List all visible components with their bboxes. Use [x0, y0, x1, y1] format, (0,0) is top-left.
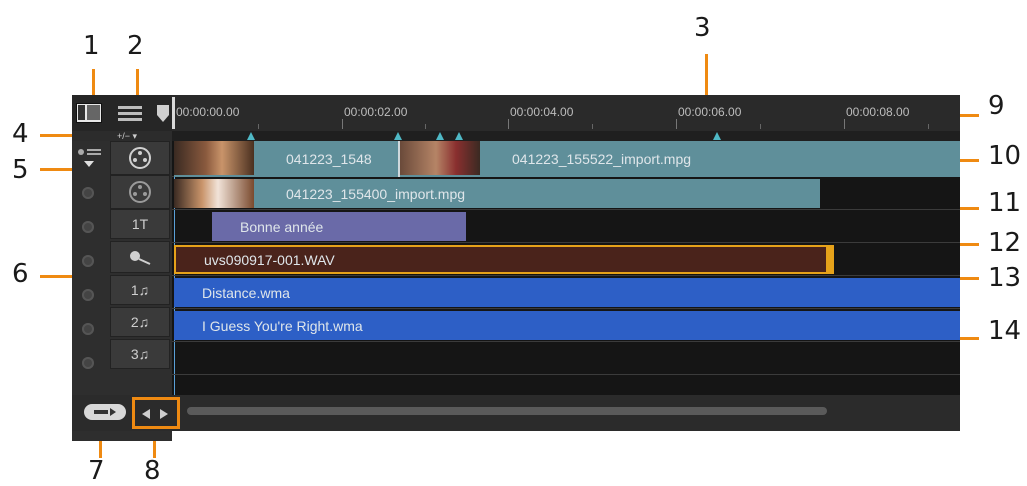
video-clip-1[interactable]: 041223_1548: [174, 141, 400, 177]
voice-track: uvs090917-001.WAV: [172, 243, 960, 276]
clip-label: I Guess You're Right.wma: [202, 318, 363, 334]
music-track-3-button[interactable]: 3♫: [110, 339, 170, 369]
callout-8: 8: [144, 456, 161, 486]
music-clip-1[interactable]: Distance.wma: [174, 278, 960, 307]
music-track-1-button[interactable]: 1♫: [110, 275, 170, 305]
video-clip-2[interactable]: 041223_155522_import.mpg: [400, 141, 960, 177]
cue-marker-icon: [455, 132, 463, 140]
track-visibility-icon[interactable]: [82, 289, 94, 301]
ruler-label-0: 00:00:00.00: [176, 105, 240, 119]
ruler-tick: [760, 124, 761, 129]
clip-thumbnail: [400, 141, 480, 175]
ruler-label-6: 00:00:06.00: [678, 105, 742, 119]
clip-label: 041223_155400_import.mpg: [286, 186, 466, 202]
ruler-tick: [844, 119, 845, 129]
zoom-icon: [94, 408, 116, 416]
title-track-button[interactable]: 1T: [110, 209, 170, 239]
track-visibility-icon[interactable]: [82, 255, 94, 267]
overlay-track-button[interactable]: [110, 175, 170, 209]
track-visibility-icon[interactable]: [82, 357, 94, 369]
playhead-marker[interactable]: [172, 97, 175, 129]
timeline-view-button[interactable]: [116, 103, 144, 123]
callout-11: 11: [988, 188, 1022, 218]
timeline-header: 00:00:00.00 00:00:02.00 00:00:04.00 00:0…: [72, 95, 960, 131]
track-manager-button[interactable]: [74, 147, 104, 171]
callout-9: 9: [988, 91, 1005, 121]
ruler-label-8: 00:00:08.00: [846, 105, 910, 119]
clip-thumbnail: [174, 179, 254, 208]
cue-marker-icon: [394, 132, 402, 140]
ruler-label-4: 00:00:04.00: [510, 105, 574, 119]
music-track-2-label: 2♫: [130, 314, 150, 330]
ruler-tick: [676, 119, 677, 129]
ruler-tick: [928, 124, 929, 129]
storyboard-icon: [78, 105, 100, 120]
music-track-1-label: 1♫: [130, 282, 150, 298]
video-track: 041223_1548 041223_155522_import.mpg: [172, 141, 960, 177]
ruler-tick: [425, 124, 426, 129]
music-clip-2[interactable]: I Guess You're Right.wma: [174, 311, 960, 340]
voice-track-button[interactable]: [110, 241, 170, 273]
microphone-icon: [130, 251, 151, 265]
add-remove-chapter-button[interactable]: +/− ▾: [117, 131, 167, 141]
ruler-label-2: 00:00:02.00: [344, 105, 408, 119]
callout-13: 13: [988, 263, 1022, 293]
overlay-track: 041223_155400_import.mpg: [172, 177, 960, 210]
video-track-button[interactable]: [110, 141, 170, 175]
chapter-cue-bar[interactable]: [172, 131, 960, 141]
timeline-icon: [118, 106, 142, 121]
cue-marker-icon: [436, 132, 444, 140]
ruler-tick: [342, 119, 343, 129]
title-clip[interactable]: Bonne année: [212, 212, 466, 241]
clip-label: 041223_155522_import.mpg: [512, 151, 692, 167]
title-track: Bonne année: [172, 210, 960, 243]
callout-4: 4: [12, 119, 29, 149]
film-overlay-icon: [129, 181, 151, 203]
scroll-left-icon[interactable]: [141, 408, 151, 420]
track-visibility-icon[interactable]: [82, 323, 94, 335]
clip-label: Bonne année: [240, 219, 324, 235]
callout-2: 2: [127, 31, 144, 61]
clip-label: uvs090917-001.WAV: [204, 252, 335, 268]
callout-3: 3: [694, 13, 711, 43]
track-visibility-icon[interactable]: [82, 187, 94, 199]
clip-label: 041223_1548: [286, 151, 372, 167]
callout-6: 6: [12, 259, 29, 289]
undo-mark-icon[interactable]: [156, 103, 170, 123]
music-track-3: [172, 342, 960, 375]
clip-thumbnail: [174, 141, 254, 175]
cue-marker-icon: [247, 132, 255, 140]
ruler-tick: [592, 124, 593, 129]
storyboard-view-button[interactable]: [76, 103, 102, 123]
music-track-2: I Guess You're Right.wma: [172, 309, 960, 342]
ruler-tick: [508, 119, 509, 129]
zoom-fit-button[interactable]: [84, 404, 126, 420]
ruler-tick: [258, 124, 259, 129]
timeline-panel: 00:00:00.00 00:00:02.00 00:00:04.00 00:0…: [72, 95, 960, 441]
music-track-1: Distance.wma: [172, 276, 960, 309]
title-track-label: 1T: [131, 216, 149, 232]
track-visibility-icon[interactable]: [82, 221, 94, 233]
film-reel-icon: [129, 147, 151, 169]
timeline-footer: [72, 395, 960, 431]
overlay-clip[interactable]: 041223_155400_import.mpg: [174, 179, 820, 208]
track-manager-icon: [78, 149, 101, 167]
callout-10: 10: [988, 141, 1022, 171]
callout-14: 14: [988, 316, 1022, 346]
music-track-2-button[interactable]: 2♫: [110, 307, 170, 337]
track-area: 041223_1548 041223_155522_import.mpg 041…: [172, 141, 960, 395]
scroll-controls: [132, 397, 180, 429]
music-track-3-label: 3♫: [130, 346, 150, 362]
callout-5: 5: [12, 155, 29, 185]
scroll-right-icon[interactable]: [159, 408, 169, 420]
time-ruler[interactable]: 00:00:00.00 00:00:02.00 00:00:04.00 00:0…: [172, 95, 960, 131]
horizontal-scrollbar[interactable]: [187, 407, 827, 415]
leader-line-5: [40, 168, 72, 171]
callout-7: 7: [88, 456, 105, 486]
clip-label: Distance.wma: [202, 285, 290, 301]
cue-marker-icon: [713, 132, 721, 140]
callout-12: 12: [988, 228, 1022, 258]
voice-clip[interactable]: uvs090917-001.WAV: [174, 245, 834, 274]
callout-1: 1: [83, 31, 100, 61]
